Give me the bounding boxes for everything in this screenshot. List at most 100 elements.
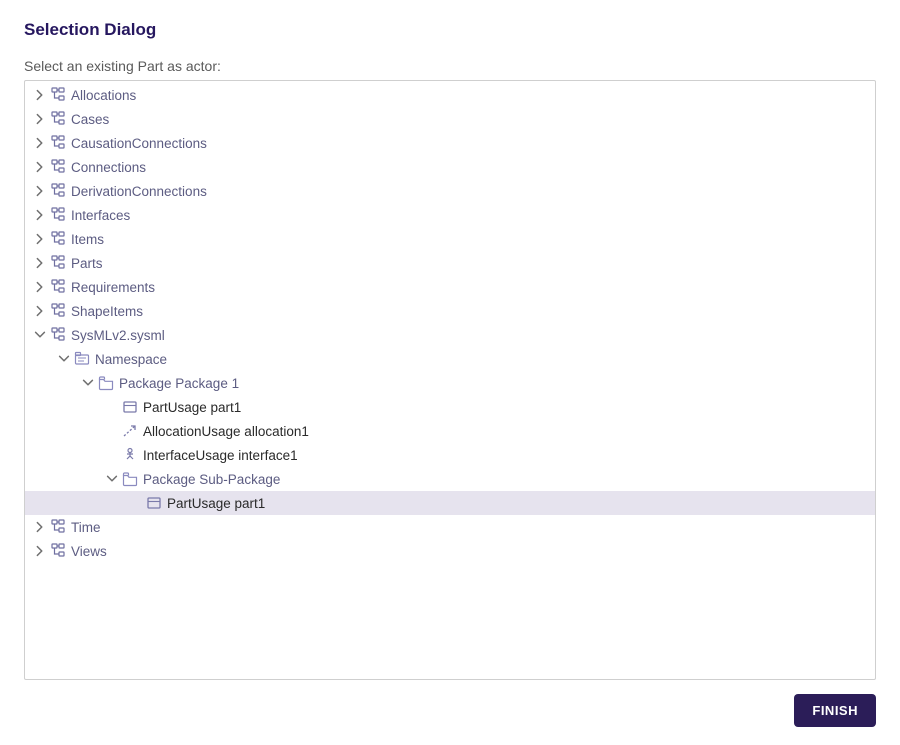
- tree-item-items[interactable]: Items: [25, 227, 875, 251]
- tree-icon: [50, 183, 66, 199]
- tree-item-label: Items: [71, 232, 104, 247]
- expand-toggle[interactable]: [31, 518, 49, 536]
- tree-item-causation[interactable]: CausationConnections: [25, 131, 875, 155]
- tree-icon: [50, 543, 66, 559]
- tree-item-label: Package Sub-Package: [143, 472, 280, 487]
- expand-toggle[interactable]: [79, 374, 97, 392]
- expand-toggle[interactable]: [31, 278, 49, 296]
- expand-toggle[interactable]: [103, 470, 121, 488]
- part-icon: [122, 399, 138, 415]
- chevron-down-icon: [81, 376, 95, 390]
- tree-item-label: CausationConnections: [71, 136, 207, 151]
- tree-item-shapeitems[interactable]: ShapeItems: [25, 299, 875, 323]
- tree-item-connections[interactable]: Connections: [25, 155, 875, 179]
- part-icon: [121, 399, 139, 415]
- tree-item-label: SysMLv2.sysml: [71, 328, 165, 343]
- tree-item-label: Requirements: [71, 280, 155, 295]
- folder-icon: [97, 375, 115, 391]
- tree-item-sysml[interactable]: SysMLv2.sysml: [25, 323, 875, 347]
- dialog-title: Selection Dialog: [24, 20, 876, 40]
- tree-icon: [50, 303, 66, 319]
- chevron-right-icon: [33, 160, 47, 174]
- chevron-right-icon: [33, 208, 47, 222]
- namespace-icon: [73, 351, 91, 367]
- tree-item-parts[interactable]: Parts: [25, 251, 875, 275]
- expand-toggle[interactable]: [55, 350, 73, 368]
- allocation-icon: [122, 423, 138, 439]
- tree-icon: [49, 303, 67, 319]
- tree-icon: [49, 519, 67, 535]
- tree-item-part1b[interactable]: PartUsage part1: [25, 491, 875, 515]
- tree-icon: [49, 279, 67, 295]
- chevron-right-icon: [33, 520, 47, 534]
- finish-button[interactable]: FINISH: [794, 694, 876, 727]
- expand-toggle[interactable]: [31, 86, 49, 104]
- tree-icon: [50, 207, 66, 223]
- chevron-down-icon: [33, 328, 47, 342]
- tree-item-pkg1[interactable]: Package Package 1: [25, 371, 875, 395]
- chevron-right-icon: [33, 184, 47, 198]
- tree-container[interactable]: Allocations Cases CausationConnections Conn…: [24, 80, 876, 680]
- tree-item-label: Parts: [71, 256, 103, 271]
- expand-toggle[interactable]: [31, 158, 49, 176]
- expand-toggle[interactable]: [31, 302, 49, 320]
- expand-toggle[interactable]: [31, 254, 49, 272]
- tree-item-label: PartUsage part1: [167, 496, 265, 511]
- expand-toggle[interactable]: [31, 134, 49, 152]
- expand-toggle[interactable]: [31, 206, 49, 224]
- tree-item-label: Views: [71, 544, 107, 559]
- tree-item-label: AllocationUsage allocation1: [143, 424, 309, 439]
- tree-icon: [49, 543, 67, 559]
- tree-item-label: PartUsage part1: [143, 400, 241, 415]
- tree-item-derivation[interactable]: DerivationConnections: [25, 179, 875, 203]
- chevron-right-icon: [33, 232, 47, 246]
- tree-icon: [50, 327, 66, 343]
- tree-item-time[interactable]: Time: [25, 515, 875, 539]
- tree-item-alloc1[interactable]: AllocationUsage allocation1: [25, 419, 875, 443]
- tree-item-label: Cases: [71, 112, 109, 127]
- chevron-right-icon: [33, 304, 47, 318]
- tree-icon: [49, 111, 67, 127]
- tree-icon: [49, 159, 67, 175]
- tree-item-iface1[interactable]: InterfaceUsage interface1: [25, 443, 875, 467]
- tree-icon: [50, 255, 66, 271]
- tree-icon: [50, 111, 66, 127]
- tree-item-requirements[interactable]: Requirements: [25, 275, 875, 299]
- tree-icon: [50, 231, 66, 247]
- tree-root: Allocations Cases CausationConnections Conn…: [25, 81, 875, 565]
- interface-icon: [121, 447, 139, 463]
- chevron-right-icon: [33, 544, 47, 558]
- tree-item-namespace[interactable]: Namespace: [25, 347, 875, 371]
- expand-toggle[interactable]: [31, 230, 49, 248]
- tree-item-part1[interactable]: PartUsage part1: [25, 395, 875, 419]
- tree-icon: [49, 255, 67, 271]
- tree-icon: [50, 159, 66, 175]
- tree-icon: [50, 135, 66, 151]
- tree-icon: [49, 327, 67, 343]
- chevron-right-icon: [33, 280, 47, 294]
- part-icon: [145, 495, 163, 511]
- namespace-icon: [74, 351, 90, 367]
- tree-item-label: Connections: [71, 160, 146, 175]
- expand-toggle[interactable]: [31, 110, 49, 128]
- tree-item-label: Namespace: [95, 352, 167, 367]
- folder-icon: [122, 471, 138, 487]
- tree-item-views[interactable]: Views: [25, 539, 875, 563]
- tree-item-subpkg[interactable]: Package Sub-Package: [25, 467, 875, 491]
- chevron-right-icon: [33, 112, 47, 126]
- folder-icon: [98, 375, 114, 391]
- tree-item-allocations[interactable]: Allocations: [25, 83, 875, 107]
- expand-toggle[interactable]: [31, 326, 49, 344]
- expand-toggle[interactable]: [31, 182, 49, 200]
- allocation-icon: [121, 423, 139, 439]
- selection-dialog: Selection Dialog Select an existing Part…: [0, 0, 900, 745]
- part-icon: [146, 495, 162, 511]
- tree-icon: [49, 231, 67, 247]
- tree-item-interfaces[interactable]: Interfaces: [25, 203, 875, 227]
- tree-item-cases[interactable]: Cases: [25, 107, 875, 131]
- tree-icon: [49, 135, 67, 151]
- tree-icon: [49, 183, 67, 199]
- expand-toggle[interactable]: [31, 542, 49, 560]
- tree-item-label: Package Package 1: [119, 376, 239, 391]
- folder-icon: [121, 471, 139, 487]
